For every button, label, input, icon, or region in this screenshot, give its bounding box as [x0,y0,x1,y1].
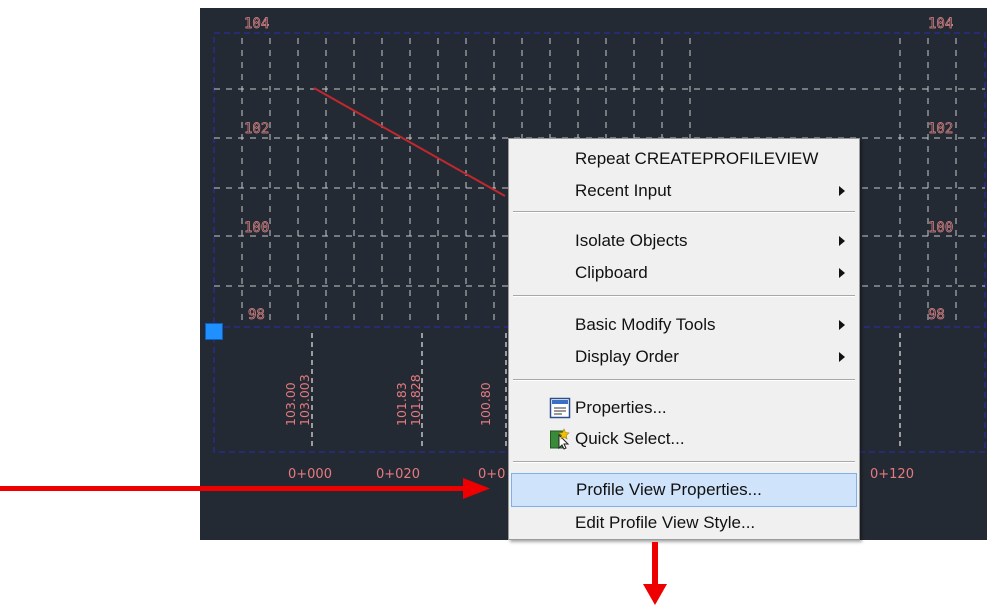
menu-item-repeat-createprofileview[interactable]: Repeat CREATEPROFILEVIEW [511,143,857,175]
station-label: 0+120 [870,467,914,482]
existing-elevation-label: 100.80 [478,382,493,426]
selection-grip[interactable] [205,323,223,340]
elevation-label-104-left: 104 [244,16,269,32]
menu-separator [513,295,855,297]
submenu-arrow-icon [839,186,845,196]
menu-item-isolate-objects[interactable]: Isolate Objects [511,225,857,257]
station-label: 0+0 [478,467,505,482]
menu-item-label: Isolate Objects [575,231,688,250]
menu-item-label: Clipboard [575,263,648,282]
menu-item-edit-profile-view-style[interactable]: Edit Profile View Style... [511,507,857,539]
menu-item-label: Quick Select... [575,429,685,448]
submenu-arrow-icon [839,352,845,362]
menu-separator [513,379,855,381]
design-elevation-label: 103.003 [297,374,312,426]
context-menu: Repeat CREATEPROFILEVIEW Recent Input Is… [508,138,860,540]
menu-item-label: Basic Modify Tools [575,315,716,334]
menu-item-basic-modify-tools[interactable]: Basic Modify Tools [511,309,857,341]
menu-item-properties[interactable]: Properties... [511,392,857,424]
menu-item-label: Profile View Properties... [576,480,762,499]
properties-icon [549,397,571,419]
menu-item-label: Properties... [575,398,667,417]
station-label: 0+020 [376,467,420,482]
quick-select-icon [550,428,570,450]
elevation-label-102-right: 102 [928,121,953,137]
pointer-arrow-down [643,542,667,605]
menu-item-display-order[interactable]: Display Order [511,341,857,373]
elevation-label-98-left: 98 [248,307,265,323]
menu-item-profile-view-properties[interactable]: Profile View Properties... [511,473,857,507]
menu-item-quick-select[interactable]: Quick Select... [511,423,857,455]
elevation-label-104-right: 104 [928,16,953,32]
menu-item-label: Recent Input [575,181,672,200]
menu-item-label: Repeat CREATEPROFILEVIEW [575,149,819,168]
existing-elevation-label: 103.00 [283,382,298,426]
menu-item-clipboard[interactable]: Clipboard [511,257,857,289]
elevation-label-98-right: 98 [928,307,945,323]
elevation-label-100-right: 100 [928,220,953,236]
menu-item-recent-input[interactable]: Recent Input [511,175,857,207]
elevation-label-100-left: 100 [244,220,269,236]
menu-item-label: Display Order [575,347,679,366]
menu-item-label: Edit Profile View Style... [575,513,756,532]
existing-elevation-label: 101.83 [394,382,409,426]
submenu-arrow-icon [839,236,845,246]
design-elevation-label: 101.828 [408,374,423,426]
submenu-arrow-icon [839,268,845,278]
menu-separator [513,461,855,463]
elevation-label-102-left: 102 [244,121,269,137]
station-label: 0+000 [288,467,332,482]
submenu-arrow-icon [839,320,845,330]
menu-separator [513,211,855,213]
profile-line[interactable] [313,87,506,197]
